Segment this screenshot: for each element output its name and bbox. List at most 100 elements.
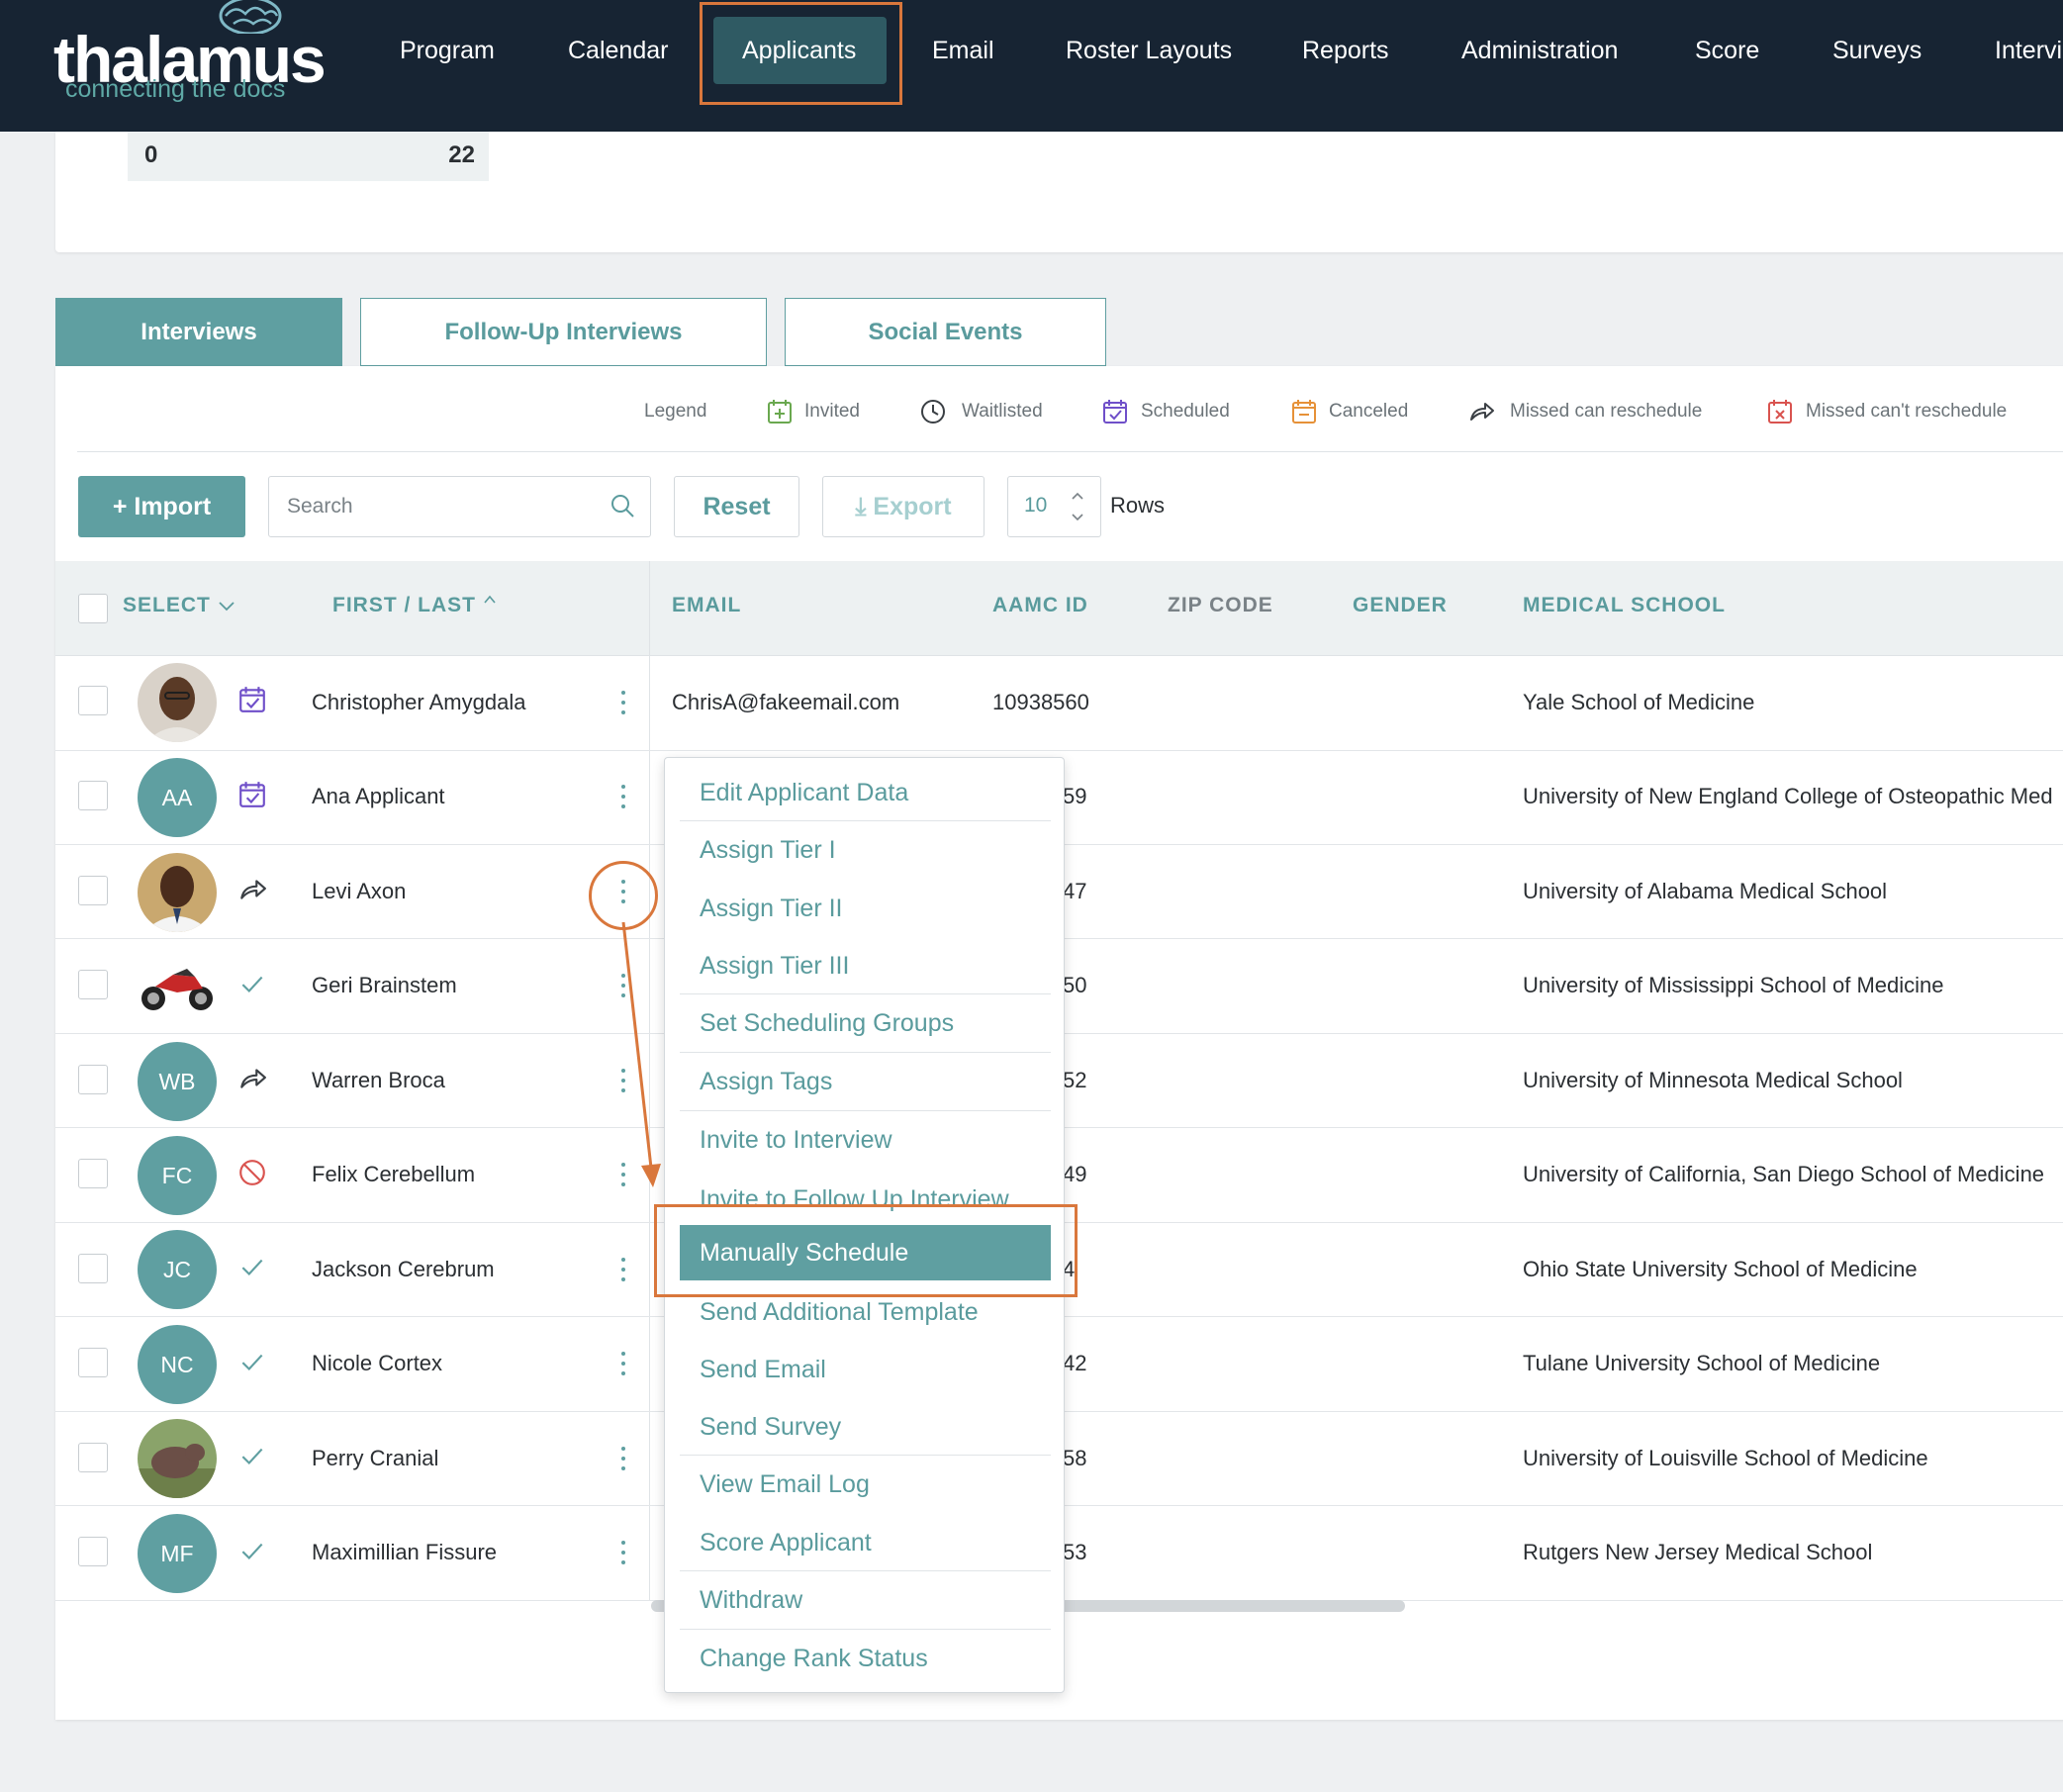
menu-item-invite-to-interview[interactable]: Invite to Interview: [680, 1112, 1051, 1168]
column-header-gender[interactable]: GENDER: [1353, 594, 1448, 617]
menu-item-change-rank-status[interactable]: Change Rank Status: [680, 1631, 1051, 1686]
kebab-menu-icon[interactable]: [615, 1444, 631, 1473]
applicant-name[interactable]: Perry Cranial: [312, 1446, 438, 1471]
kebab-menu-icon[interactable]: [615, 782, 631, 811]
summary-row: 0 22: [128, 132, 489, 181]
menu-item-score-applicant[interactable]: Score Applicant: [680, 1515, 1051, 1570]
row-checkbox[interactable]: [78, 1443, 108, 1472]
scheduled-status-icon: [239, 782, 265, 807]
row-checkbox[interactable]: [78, 1065, 108, 1094]
thalamus-logo[interactable]: thalamus connecting the docs: [53, 0, 327, 109]
applicant-medical-school: University of Louisville School of Medic…: [1523, 1446, 1928, 1470]
summary-right-value: 22: [448, 141, 475, 168]
applicant-name[interactable]: Levi Axon: [312, 879, 406, 904]
row-checkbox[interactable]: [78, 781, 108, 810]
applicant-medical-school: Ohio State University School of Medicine: [1523, 1257, 1918, 1281]
share-arrow-icon: [1470, 403, 1494, 421]
nav-item-program[interactable]: Program: [400, 30, 495, 71]
menu-divider: [680, 1455, 1051, 1456]
summary-card: 0 22: [55, 132, 2063, 252]
summary-left-value: 0: [144, 141, 158, 168]
kebab-menu-icon[interactable]: [615, 1349, 631, 1378]
menu-item-send-email[interactable]: Send Email: [680, 1342, 1051, 1397]
avatar: WB: [138, 1042, 217, 1121]
check-icon: [241, 1354, 263, 1371]
legend-waitlisted: Waitlisted: [962, 401, 1043, 422]
check-icon: [241, 1448, 263, 1465]
chevron-down-icon: [219, 602, 234, 612]
row-checkbox[interactable]: [78, 1159, 108, 1188]
legend-missed-cant-reschedule: Missed can't reschedule: [1806, 401, 2008, 422]
row-checkbox[interactable]: [78, 1537, 108, 1566]
select-all-checkbox[interactable]: [78, 594, 108, 623]
applicant-aamc-id: 10938560: [992, 690, 1089, 714]
column-header-aamc-id[interactable]: AAMC ID: [992, 594, 1088, 617]
rows-per-page-stepper[interactable]: 10: [1007, 476, 1101, 537]
menu-item-edit-applicant-data[interactable]: Edit Applicant Data: [680, 765, 1051, 820]
applicant-medical-school: Rutgers New Jersey Medical School: [1523, 1540, 1873, 1564]
motorcycle-photo: [138, 947, 217, 1026]
applicant-medical-school: University of Mississippi School of Medi…: [1523, 973, 1944, 997]
menu-item-send-survey[interactable]: Send Survey: [680, 1399, 1051, 1455]
row-checkbox[interactable]: [78, 1348, 108, 1377]
menu-item-view-email-log[interactable]: View Email Log: [680, 1457, 1051, 1512]
nav-item-calendar[interactable]: Calendar: [568, 30, 668, 71]
menu-item-assign-tier-1[interactable]: Assign Tier I: [680, 822, 1051, 878]
applicant-name[interactable]: Christopher Amygdala: [312, 690, 525, 715]
tab-follow-up-interviews[interactable]: Follow-Up Interviews: [360, 298, 767, 366]
nav-item-reports[interactable]: Reports: [1302, 30, 1389, 71]
nav-item-email[interactable]: Email: [932, 30, 994, 71]
avatar: [138, 947, 217, 1026]
column-header-zip-code[interactable]: ZIP CODE: [1168, 594, 1273, 617]
legend-invited: Invited: [804, 401, 860, 422]
search-icon[interactable]: [609, 492, 636, 519]
logo-tagline: connecting the docs: [65, 75, 286, 103]
tab-social-events[interactable]: Social Events: [785, 298, 1106, 366]
tab-interviews[interactable]: Interviews: [55, 298, 342, 366]
applicant-aamc-id: 59: [1063, 784, 1087, 808]
calendar-x-icon: [1768, 400, 1792, 424]
kebab-menu-icon[interactable]: [615, 1538, 631, 1567]
menu-item-assign-tier-3[interactable]: Assign Tier III: [680, 938, 1051, 993]
applicant-name[interactable]: Maximillian Fissure: [312, 1540, 497, 1565]
applicant-medical-school: University of Alabama Medical School: [1523, 879, 1888, 903]
nav-item-roster-layouts[interactable]: Roster Layouts: [1066, 30, 1232, 71]
menu-item-assign-tier-2[interactable]: Assign Tier II: [680, 881, 1051, 936]
applicant-name[interactable]: Ana Applicant: [312, 784, 445, 809]
export-button[interactable]: ⤓ Export: [822, 476, 985, 537]
applicant-name[interactable]: Jackson Cerebrum: [312, 1257, 495, 1282]
nav-item-surveys[interactable]: Surveys: [1832, 30, 1922, 71]
blocked-icon: [239, 1160, 265, 1185]
column-header-medical-school[interactable]: MEDICAL SCHOOL: [1523, 594, 1726, 617]
row-checkbox[interactable]: [78, 876, 108, 905]
stepper-arrows-icon[interactable]: [1068, 485, 1087, 528]
sort-up-icon: [484, 595, 496, 604]
applicant-name[interactable]: Geri Brainstem: [312, 973, 457, 998]
check-icon: [241, 1543, 263, 1560]
row-checkbox[interactable]: [78, 686, 108, 715]
applicant-name[interactable]: Felix Cerebellum: [312, 1162, 475, 1187]
manually-schedule-callout-box: [654, 1204, 1078, 1297]
menu-item-assign-tags[interactable]: Assign Tags: [680, 1054, 1051, 1109]
column-header-select[interactable]: SELECT: [123, 594, 235, 617]
column-header-email[interactable]: EMAIL: [672, 594, 741, 617]
applicant-name[interactable]: Warren Broca: [312, 1068, 445, 1093]
search-input[interactable]: [287, 477, 604, 536]
applicant-medical-school: Tulane University School of Medicine: [1523, 1351, 1881, 1375]
row-checkbox[interactable]: [78, 1254, 108, 1283]
menu-item-set-scheduling-groups[interactable]: Set Scheduling Groups: [680, 995, 1051, 1051]
kebab-menu-icon[interactable]: [615, 688, 631, 717]
nav-item-administration[interactable]: Administration: [1461, 30, 1618, 71]
top-navigation-bar: thalamus connecting the docs Program Cal…: [0, 0, 2063, 132]
kebab-menu-icon[interactable]: [615, 1255, 631, 1284]
reset-button[interactable]: Reset: [674, 476, 799, 537]
menu-divider: [680, 1052, 1051, 1053]
row-checkbox[interactable]: [78, 970, 108, 999]
import-button[interactable]: + Import: [78, 476, 245, 537]
applicant-name[interactable]: Nicole Cortex: [312, 1351, 442, 1376]
menu-item-withdraw[interactable]: Withdraw: [680, 1572, 1051, 1628]
nav-item-score[interactable]: Score: [1695, 30, 1759, 71]
nav-item-interviews[interactable]: Intervi: [1995, 30, 2062, 71]
applicant-aamc-id: 52: [1063, 1068, 1087, 1092]
column-header-name[interactable]: FIRST / LAST: [332, 594, 497, 617]
